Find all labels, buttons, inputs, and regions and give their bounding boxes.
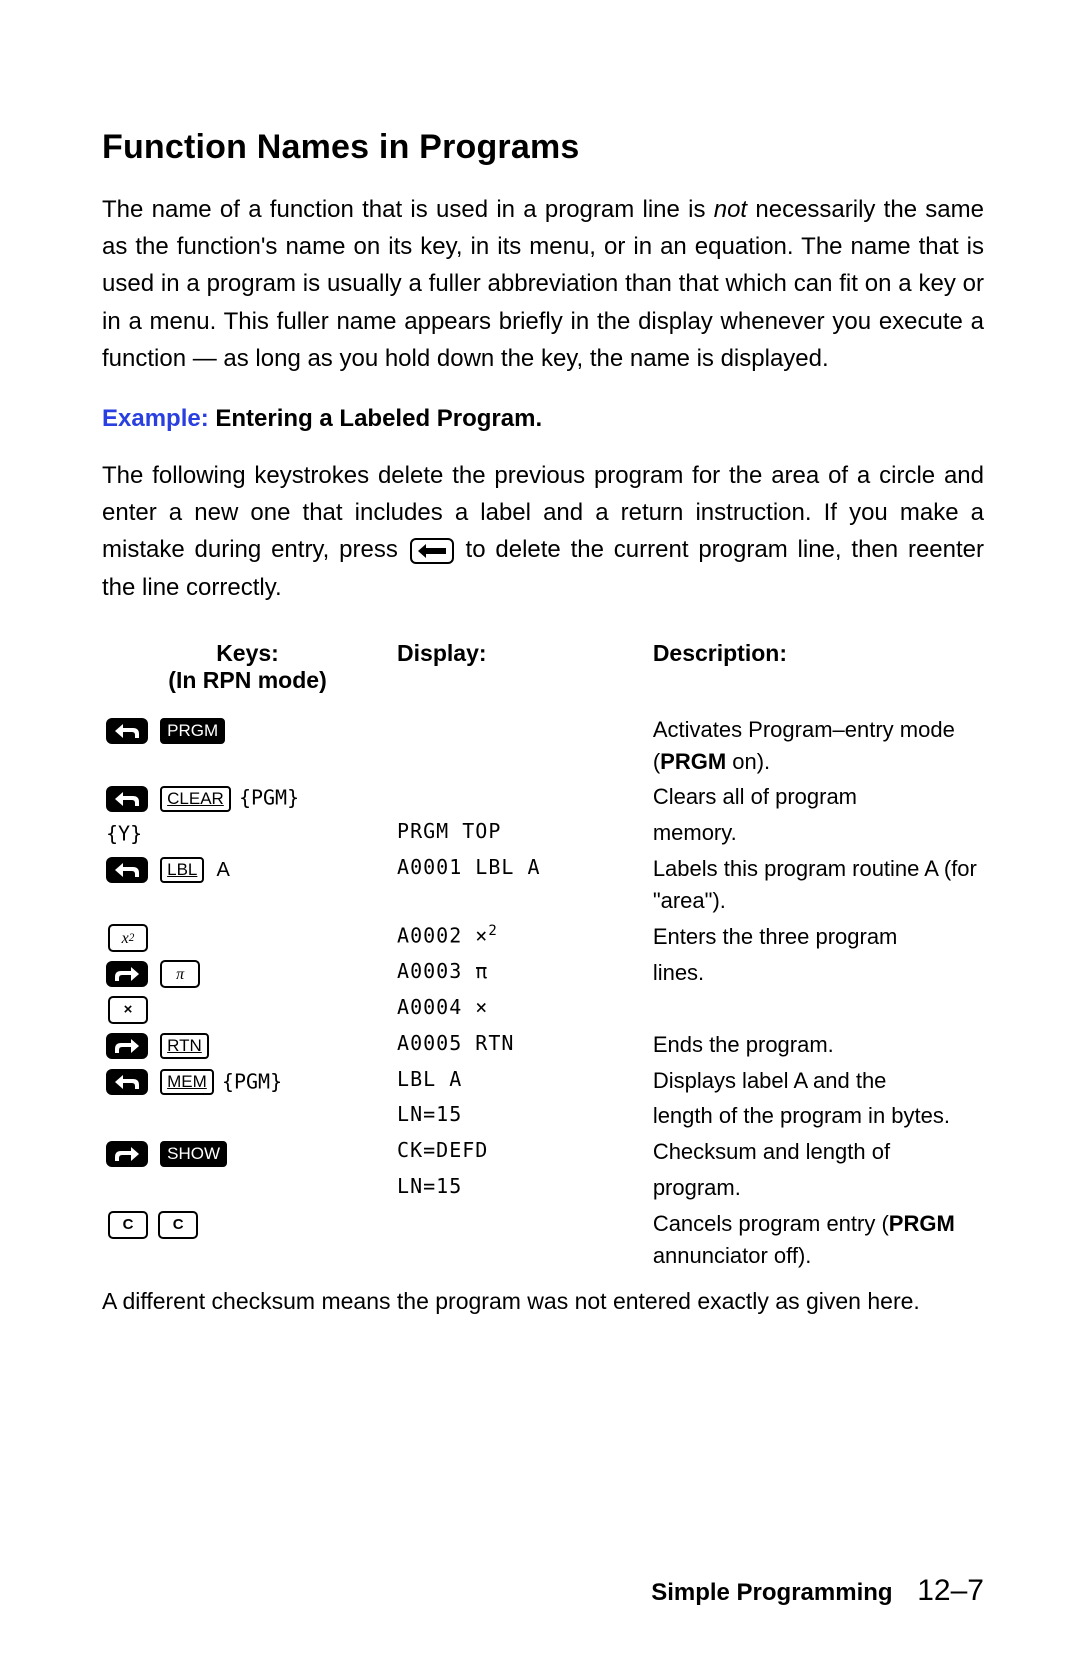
desc-cell: lines.: [649, 955, 984, 991]
desc-cell: Displays label A and the: [649, 1063, 984, 1099]
right-shift-icon: [106, 1033, 148, 1059]
d4: A0002 ×: [397, 924, 488, 948]
display-cell: A0002 ×2: [393, 919, 649, 955]
desc-cell: Labels this program routine A (for "area…: [649, 851, 984, 919]
desc-cell: length of the program in bytes.: [649, 1098, 984, 1134]
table-row: LN=15 length of the program in bytes.: [102, 1098, 984, 1134]
table-row: {Y} PRGM TOP memory.: [102, 815, 984, 851]
example-heading: Example: Entering a Labeled Program.: [102, 405, 984, 433]
p1-not: not: [714, 196, 747, 223]
desc-cell: Clears all of program: [649, 779, 984, 815]
d12b: PRGM: [889, 1211, 955, 1236]
multiply-key: ×: [108, 996, 148, 1024]
d0b: PRGM: [660, 749, 726, 774]
footnote: A different checksum means the program w…: [102, 1288, 984, 1315]
desc-cell: Cancels program entry (PRGM annunciator …: [649, 1206, 984, 1274]
d12a: Cancels program entry (: [653, 1211, 889, 1236]
example-paragraph: The following keystrokes delete the prev…: [102, 457, 984, 606]
table-row: SHOW CK=DEFD Checksum and length of: [102, 1134, 984, 1170]
x-squared-key: x2: [108, 924, 148, 952]
display-cell: LN=15: [393, 1170, 649, 1206]
display-cell: CK=DEFD: [393, 1134, 649, 1170]
display-cell: A0003 π: [393, 955, 649, 991]
intro-paragraph: The name of a function that is used in a…: [102, 191, 984, 377]
col-desc-header: Description:: [649, 634, 984, 712]
desc-cell: memory.: [649, 815, 984, 851]
d0c: on).: [726, 749, 770, 774]
table-row: x2 A0002 ×2 Enters the three program: [102, 919, 984, 955]
show-key: SHOW: [160, 1141, 227, 1167]
left-shift-icon: [106, 718, 148, 744]
table-row: × A0004 ×: [102, 991, 984, 1027]
right-shift-icon: [106, 961, 148, 987]
keystroke-table: Keys: (In RPN mode) Display: Description…: [102, 634, 984, 1274]
display-cell: A0004 ×: [393, 991, 649, 1027]
desc-cell: Checksum and length of: [649, 1134, 984, 1170]
display-cell: PRGM TOP: [393, 815, 649, 851]
table-row: π A0003 π lines.: [102, 955, 984, 991]
pgm-menu: {PGM}: [222, 1069, 282, 1093]
display-cell: A0005 RTN: [393, 1027, 649, 1063]
p1a: The name of a function that is used in a…: [102, 196, 714, 223]
desc-cell: Enters the three program: [649, 919, 984, 955]
desc-cell: program.: [649, 1170, 984, 1206]
footer-chapter: Simple Programming: [651, 1579, 892, 1606]
table-row: C C Cancels program entry (PRGM annuncia…: [102, 1206, 984, 1274]
col-keys-l2: (In RPN mode): [168, 667, 326, 693]
desc-cell: Ends the program.: [649, 1027, 984, 1063]
display-cell: A0001 LBL A: [393, 851, 649, 919]
page-footer: Simple Programming 12–7: [651, 1574, 984, 1608]
table-row: LBL A A0001 LBL A Labels this program ro…: [102, 851, 984, 919]
display-cell: LBL A: [393, 1063, 649, 1099]
left-shift-icon: [106, 1069, 148, 1095]
desc-cell: Activates Program–entry mode (PRGM on).: [649, 712, 984, 780]
table-row: LN=15 program.: [102, 1170, 984, 1206]
lbl-key: LBL: [160, 857, 204, 883]
left-shift-icon: [106, 786, 148, 812]
rtn-key: RTN: [160, 1033, 209, 1059]
example-title: Entering a Labeled Program.: [209, 405, 542, 432]
clear-key: CLEAR: [160, 786, 231, 812]
x2-base: x: [122, 927, 129, 950]
col-keys-header: Keys: (In RPN mode): [102, 634, 393, 712]
table-row: RTN A0005 RTN Ends the program.: [102, 1027, 984, 1063]
desc-cell: [649, 991, 984, 1027]
c-key: C: [108, 1211, 148, 1239]
table-row: MEM {PGM} LBL A Displays label A and the: [102, 1063, 984, 1099]
left-shift-icon: [106, 857, 148, 883]
d12c: annunciator off).: [653, 1243, 812, 1268]
right-shift-icon: [106, 1141, 148, 1167]
footer-page-number: 12–7: [917, 1574, 984, 1607]
backspace-key-icon: [410, 538, 454, 564]
prgm-key: PRGM: [160, 718, 225, 744]
table-row: CLEAR {PGM} Clears all of program: [102, 779, 984, 815]
table-row: PRGM Activates Program–entry mode (PRGM …: [102, 712, 984, 780]
display-cell: [393, 779, 649, 815]
section-title: Function Names in Programs: [102, 128, 984, 167]
c-key: C: [158, 1211, 198, 1239]
display-cell: [393, 712, 649, 780]
arg-A: A: [217, 859, 230, 881]
mem-key: MEM: [160, 1069, 214, 1095]
y-menu: {Y}: [106, 822, 142, 846]
pgm-menu: {PGM}: [239, 786, 299, 810]
col-keys-l1: Keys:: [216, 640, 279, 666]
display-cell: [393, 1206, 649, 1274]
col-display-header: Display:: [393, 634, 649, 712]
display-cell: LN=15: [393, 1098, 649, 1134]
pi-key: π: [160, 960, 200, 988]
x2-sup: 2: [129, 930, 135, 946]
manual-page: Function Names in Programs The name of a…: [0, 0, 1080, 1672]
d4s: 2: [488, 923, 497, 939]
example-label: Example:: [102, 405, 209, 432]
